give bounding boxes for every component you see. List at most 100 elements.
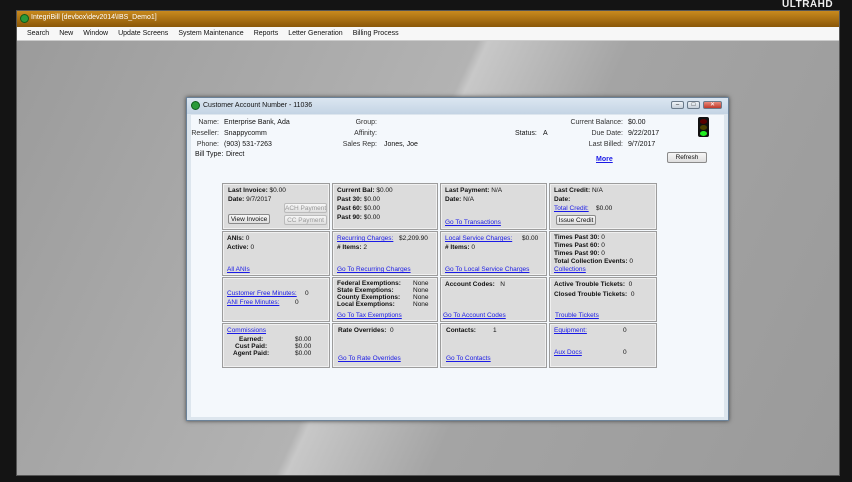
more-link[interactable]: More	[596, 156, 613, 163]
active-tickets-value: 0	[628, 281, 633, 288]
local-service-charges-link[interactable]: Local Service Charges:	[445, 235, 512, 242]
app-title: IntegriBill [devbox\dev2014\IBS_Demo1]	[31, 14, 157, 21]
app-titlebar: IntegriBill [devbox\dev2014\IBS_Demo1]	[17, 11, 839, 27]
cc-payment-button[interactable]: CC Payment	[284, 215, 327, 225]
current-bal-label: Current Bal:	[337, 187, 375, 194]
bill-type-value: Direct	[226, 151, 245, 158]
menu-search[interactable]: Search	[27, 30, 49, 40]
payment-date-label: Date:	[445, 196, 462, 203]
trouble-tickets-link[interactable]: Trouble Tickets	[555, 312, 599, 319]
collections-link[interactable]: Collections	[554, 266, 586, 273]
last-credit-value: N/A	[591, 187, 603, 194]
payment-panel: Last Payment: N/A Date: N/A Go To Transa…	[440, 183, 547, 230]
go-to-contacts-link[interactable]: Go To Contacts	[446, 355, 491, 362]
anis-label: ANIs:	[227, 235, 244, 242]
invoice-panel: Last Invoice: $0.00 Date: 9/7/2017 ACH P…	[222, 183, 330, 230]
exemptions-panel: Federal Exemptions: None State Exemption…	[332, 277, 438, 322]
commissions-link[interactable]: Commissions	[227, 327, 266, 334]
recurring-charges-link[interactable]: Recurring Charges:	[337, 235, 393, 242]
phone-value: (903) 531-7263	[224, 141, 272, 148]
federal-exemptions-value: None	[413, 280, 429, 287]
phone-label: Phone:	[196, 141, 219, 148]
balance-value: $0.00	[628, 119, 646, 126]
recurring-items-value: 2	[363, 244, 368, 251]
app-logo-icon	[20, 14, 29, 23]
due-date-value: 9/22/2017	[628, 130, 660, 137]
name-value: Enterprise Bank, Ada	[224, 119, 290, 126]
state-exemptions-value: None	[413, 287, 429, 294]
customer-account-dialog: Customer Account Number - 11036 – □ ✕ Na…	[186, 97, 729, 421]
name-label: Name:	[198, 119, 219, 126]
ani-free-minutes-link[interactable]: ANI Free Minutes:	[227, 299, 279, 306]
customer-free-minutes-value: 0	[305, 290, 309, 297]
go-to-local-service-link[interactable]: Go To Local Service Charges	[445, 266, 529, 273]
total-collection-value: 0	[629, 258, 633, 265]
go-to-account-codes-link[interactable]: Go To Account Codes	[443, 312, 506, 319]
earned-value: $0.00	[295, 336, 312, 343]
go-to-recurring-link[interactable]: Go To Recurring Charges	[337, 266, 411, 273]
account-codes-value: N	[500, 281, 505, 288]
invoice-date-value: 9/7/2017	[246, 196, 272, 203]
last-invoice-label: Last Invoice:	[228, 187, 268, 194]
dialog-logo-icon	[191, 101, 200, 110]
view-invoice-button[interactable]: View Invoice	[228, 214, 270, 224]
all-anis-link[interactable]: All ANIs	[227, 266, 250, 273]
ach-payment-button[interactable]: ACH Payment	[284, 203, 327, 213]
issue-credit-button[interactable]: Issue Credit	[556, 215, 596, 225]
balance-label: Current Balance:	[570, 119, 623, 126]
last-payment-label: Last Payment:	[445, 187, 490, 194]
times-past-30-label: Times Past 30:	[554, 234, 600, 241]
refresh-button[interactable]: Refresh	[667, 152, 707, 163]
menu-billing-process[interactable]: Billing Process	[353, 30, 399, 40]
last-credit-label: Last Credit:	[554, 187, 591, 194]
closed-tickets-label: Closed Trouble Tickets:	[554, 291, 628, 298]
reseller-value: Snappycomm	[224, 130, 267, 137]
maximize-button[interactable]: □	[687, 101, 700, 109]
county-exemptions-label: County Exemptions:	[337, 294, 401, 301]
go-to-rate-overrides-link[interactable]: Go To Rate Overrides	[338, 355, 401, 362]
close-button[interactable]: ✕	[703, 101, 722, 109]
recurring-amount: $2,209.90	[399, 235, 428, 242]
menu-new[interactable]: New	[59, 30, 73, 40]
recurring-items-label: # Items:	[337, 244, 362, 251]
sales-rep-value: Jones, Joe	[384, 141, 418, 148]
reseller-label: Reseller:	[191, 130, 219, 137]
menu-update-screens[interactable]: Update Screens	[118, 30, 168, 40]
ani-free-minutes-value: 0	[295, 299, 299, 306]
active-anis-value: 0	[250, 244, 255, 251]
balance-panel: Current Bal: $0.00 Past 30: $0.00 Past 6…	[332, 183, 438, 230]
times-past-90-value: 0	[601, 250, 605, 257]
menu-window[interactable]: Window	[83, 30, 108, 40]
cust-paid-label: Cust Paid:	[235, 343, 268, 350]
menu-letter-generation[interactable]: Letter Generation	[288, 30, 342, 40]
total-collection-label: Total Collection Events:	[554, 258, 628, 265]
menu-system-maintenance[interactable]: System Maintenance	[178, 30, 243, 40]
cust-paid-value: $0.00	[295, 343, 312, 350]
current-bal-value: $0.00	[376, 187, 393, 194]
earned-label: Earned:	[239, 336, 264, 343]
sales-rep-label: Sales Rep:	[342, 141, 377, 148]
aux-docs-link[interactable]: Aux Docs	[554, 349, 582, 356]
dialog-titlebar: Customer Account Number - 11036 – □ ✕	[187, 98, 728, 114]
closed-tickets-value: 0	[630, 291, 635, 298]
anis-value: 0	[245, 235, 250, 242]
contacts-value: 1	[493, 327, 497, 334]
minimize-button[interactable]: –	[671, 101, 684, 109]
times-past-90-label: Times Past 90:	[554, 250, 600, 257]
local-items-value: 0	[471, 244, 476, 251]
local-service-amount: $0.00	[522, 235, 539, 242]
go-to-tax-exemptions-link[interactable]: Go To Tax Exemptions	[337, 312, 402, 319]
contacts-panel: Contacts: 1 Go To Contacts	[440, 323, 547, 368]
aux-docs-value: 0	[623, 349, 627, 356]
equipment-link[interactable]: Equipment:	[554, 327, 587, 334]
agent-paid-label: Agent Paid:	[233, 350, 270, 357]
county-exemptions-value: None	[413, 294, 429, 301]
dialog-title: Customer Account Number - 11036	[203, 102, 313, 109]
total-credit-link[interactable]: Total Credit:	[554, 205, 589, 212]
menu-reports[interactable]: Reports	[254, 30, 279, 40]
go-to-transactions-link[interactable]: Go To Transactions	[445, 219, 501, 226]
watermark: ULTRAHD	[782, 0, 834, 10]
times-past-30-value: 0	[601, 234, 605, 241]
commissions-panel: Commissions Earned: $0.00 Cust Paid: $0.…	[222, 323, 330, 368]
customer-free-minutes-link[interactable]: Customer Free Minutes:	[227, 290, 297, 297]
